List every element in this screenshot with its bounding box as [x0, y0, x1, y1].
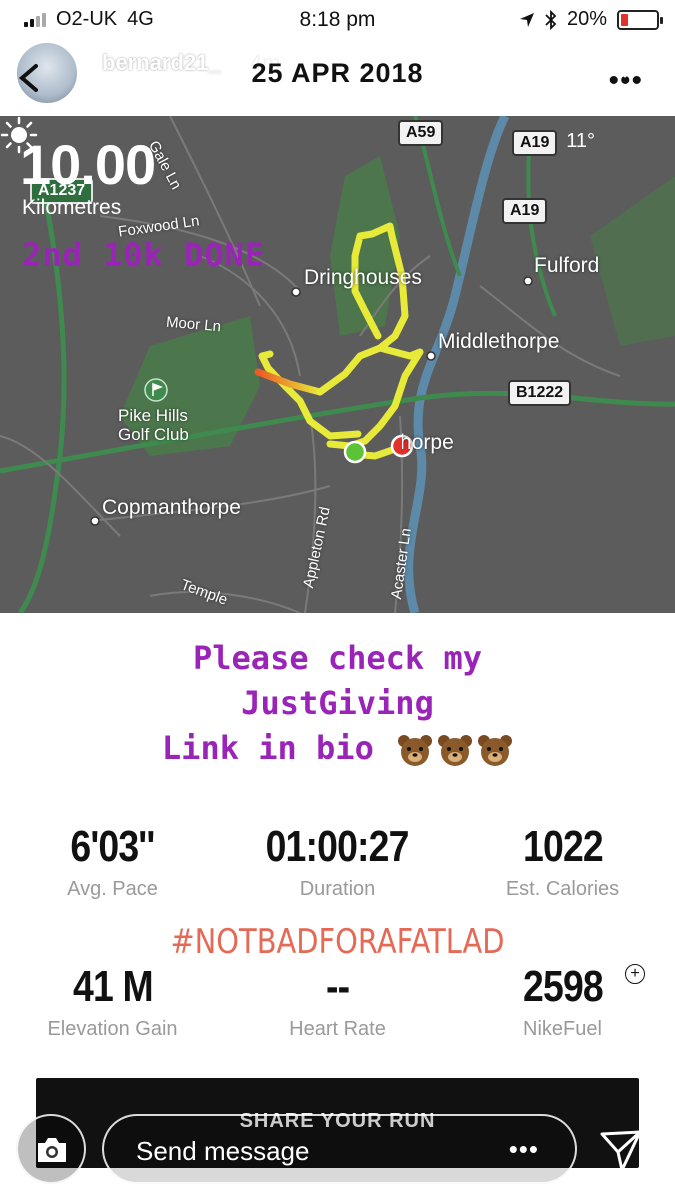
status-bar: O2-UK 4G 8:18 pm 20% [0, 0, 675, 38]
nikefuel-plus-icon: + [625, 964, 645, 984]
caption-line-1: Please check my [193, 639, 482, 677]
map-label-golf-club: Golf Club [118, 425, 189, 444]
road-shield-a19-mid: A19 [502, 198, 548, 224]
stat-elevation: 41 M Elevation Gain [0, 962, 225, 1041]
caption-line-3-wrap: Link in bio [0, 726, 675, 771]
map-label-middlethorpe: Middlethorpe [438, 330, 560, 353]
stat-heart-rate-value: -- [325, 962, 350, 1011]
battery-icon [617, 9, 663, 30]
stat-calories: 1022 Est. Calories [450, 822, 675, 901]
stats-row-2: 41 M Elevation Gain -- Heart Rate 2598 +… [0, 962, 675, 1041]
map-label-fulford: Fulford [534, 254, 600, 277]
paper-plane-icon[interactable] [598, 1128, 644, 1174]
story-date: 25 APR 2018 [251, 58, 424, 88]
sun-icon [0, 116, 38, 154]
hashtag-sticker: #NOTBADFORAFATLAD [170, 922, 505, 962]
start-marker [343, 440, 367, 464]
camera-icon [38, 1138, 66, 1162]
story-header: bernard21_ 4m 25 APR 2018 ••• [0, 38, 675, 116]
stat-calories-label: Est. Calories [505, 878, 620, 900]
caption-line-3: Link in bio [161, 729, 374, 767]
camera-button[interactable] [16, 1114, 86, 1184]
stat-avg-pace-label: Avg. Pace [67, 878, 158, 900]
route-map[interactable]: Gale Ln Foxwood Ln Dringhouses Fulford M… [0, 116, 675, 613]
stat-elevation-value: 41 M [72, 962, 154, 1011]
battery-percent: 20% [566, 8, 607, 30]
stat-nikefuel-value: 2598 [522, 962, 604, 1011]
stat-avg-pace-value: 6'03'' [70, 822, 156, 871]
map-label-copmanthorpe: Copmanthorpe [102, 496, 241, 519]
road-shield-a59: A59 [398, 120, 444, 146]
stat-nikefuel: 2598 + NikeFuel [450, 962, 675, 1041]
stat-avg-pace: 6'03'' Avg. Pace [0, 822, 225, 901]
bear-face-icon [398, 735, 433, 766]
bear-face-icon [478, 735, 513, 766]
close-icon[interactable] [621, 46, 655, 80]
stat-heart-rate-label: Heart Rate [289, 1018, 386, 1040]
run-caption: 2nd 10k DONE [22, 236, 266, 274]
stat-duration-label: Duration [299, 878, 376, 900]
distance-unit: Kilometres [22, 196, 122, 219]
composer-more-button[interactable]: ••• [509, 1134, 539, 1165]
send-message-placeholder: Send message [136, 1136, 310, 1166]
road-shield-a19-top: A19 [512, 130, 558, 156]
stat-duration-value: 01:00:27 [266, 822, 410, 871]
stat-nikefuel-label: NikeFuel [523, 1018, 602, 1040]
map-label-dringhouses: Dringhouses [304, 266, 422, 289]
bluetooth-icon [545, 9, 557, 30]
status-right: 20% [519, 8, 663, 31]
caption-line-2: JustGiving [241, 684, 434, 722]
location-arrow-icon [519, 12, 534, 27]
send-message-input[interactable]: Send message ••• [102, 1114, 577, 1184]
stat-calories-value: 1022 [522, 822, 604, 871]
stat-heart-rate: -- Heart Rate [225, 962, 450, 1041]
map-label-pike-hills: Pike Hills [118, 406, 188, 425]
stat-duration: 01:00:27 Duration [225, 822, 450, 901]
bear-face-icon [438, 735, 473, 766]
stat-elevation-label: Elevation Gain [47, 1018, 178, 1040]
stats-row-1: 6'03'' Avg. Pace 01:00:27 Duration 1022 … [0, 822, 675, 901]
distance-value: 10.00 [20, 133, 156, 196]
temperature: 11° [566, 130, 595, 152]
justgiving-caption: Please check my JustGiving Link in bio [0, 636, 675, 771]
road-shield-b1222: B1222 [508, 380, 572, 406]
